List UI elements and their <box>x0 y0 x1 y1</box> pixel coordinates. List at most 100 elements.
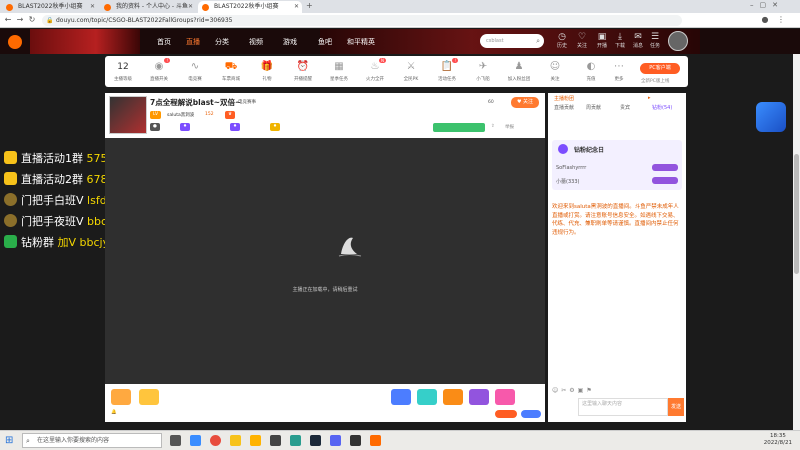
chat-tab-weekly[interactable]: 周贡献 <box>586 104 601 111</box>
follow-button[interactable]: ♥ 关注 <box>511 97 539 108</box>
toolbar-activity[interactable]: 📋! 活动任务 <box>433 58 461 82</box>
browser-tab-active[interactable]: BLAST2022秋季小组赛 ✕ <box>198 1 302 13</box>
anchor-name[interactable]: saluta黑洞波 <box>167 112 194 118</box>
app-icon[interactable] <box>290 435 301 446</box>
search-icon[interactable]: ⌕ <box>536 34 540 48</box>
chat-tab-vip[interactable]: 贵宾 <box>620 104 630 111</box>
header-golive[interactable]: ▣ 开播 <box>593 32 611 49</box>
nav-live[interactable]: 直播 <box>186 37 200 47</box>
back-icon[interactable]: ← <box>3 15 13 25</box>
share-button[interactable]: ⇪ <box>491 124 495 129</box>
window-controls[interactable]: –▢✕ <box>750 1 784 9</box>
pc-client-button[interactable]: PC客户端 <box>640 63 680 74</box>
app-icon[interactable] <box>330 435 341 446</box>
toolbar-firepower[interactable]: ♨ N 火力全开 <box>361 58 389 82</box>
room-tag[interactable]: 电竞赛事 <box>238 99 256 105</box>
gift-item[interactable] <box>495 389 515 405</box>
douyu-favicon-icon <box>6 4 13 11</box>
toolbar-live-switch[interactable]: ◉! 直播开关 <box>145 58 173 82</box>
chrome-icon[interactable] <box>210 435 221 446</box>
fan-user[interactable]: SoFlashyrrrr <box>556 165 586 171</box>
guard-button[interactable] <box>433 123 485 132</box>
chat-tab-contribution[interactable]: 直播贡献 <box>554 104 574 111</box>
header-download[interactable]: ⤓ 下载 <box>611 32 629 49</box>
header-task[interactable]: ☰ 任务 <box>646 32 664 49</box>
site-search-input[interactable]: csblast ⌕ <box>480 34 544 48</box>
message-icon: ✉ <box>634 32 642 42</box>
folder-icon[interactable] <box>230 435 241 446</box>
taskbar-search[interactable]: ⌕ 在这里输入你要搜索的内容 <box>22 433 162 448</box>
gift-item[interactable] <box>139 389 159 405</box>
qq-icon <box>4 172 17 185</box>
tab-close-icon[interactable]: ✕ <box>188 1 193 13</box>
chat-tab-diamond-fans[interactable]: 钻粉(54) <box>652 104 672 111</box>
chat-tab-live-rank[interactable]: ▸ <box>648 95 651 101</box>
header-message[interactable]: ✉ 消息 <box>629 32 647 49</box>
taskbar-clock[interactable]: 18:35 2022/8/21 <box>764 433 792 447</box>
app-icon[interactable] <box>350 435 361 446</box>
toolbar-gift[interactable]: 🎁 礼物 <box>253 60 281 82</box>
gift-item[interactable] <box>443 389 463 405</box>
recharge-button[interactable] <box>495 410 517 418</box>
profile-icon[interactable]: ● <box>760 15 770 25</box>
menu-icon[interactable]: ⋮ <box>776 15 786 25</box>
chat-input[interactable]: 这里输入聊天内容 <box>578 398 668 416</box>
url-field[interactable]: 🔒 douyu.com/topic/CSGO-BLAST2022FallGrou… <box>42 15 682 26</box>
task-icon: ☰ <box>650 32 660 42</box>
toolbar-pk[interactable]: ⚔ 全民PK <box>397 60 425 82</box>
toolbar-season-task[interactable]: ▦ 星季任务 <box>325 60 353 82</box>
app-icon[interactable] <box>250 435 261 446</box>
browser-tab[interactable]: 我的资料 - 个人中心 - 斗鱼 ✕ <box>100 1 196 13</box>
header-history[interactable]: ◷ 历史 <box>553 32 571 49</box>
tab-close-icon[interactable]: ✕ <box>90 1 95 13</box>
report-button[interactable]: 举报 <box>505 124 514 130</box>
send-button[interactable]: 发送 <box>668 398 684 416</box>
toolbar-recharge[interactable]: ◐ 充值 <box>577 60 605 82</box>
diamond-fan-panel: 钻粉纪念日 SoFlashyrrrr 小蕾(333) <box>552 140 682 190</box>
toolbar-alarm[interactable]: ⏰ 开播提醒 <box>289 60 317 82</box>
nav-home[interactable]: 首页 <box>157 37 171 47</box>
anchor-avatar[interactable] <box>109 96 147 134</box>
douyu-logo-icon[interactable] <box>8 35 22 49</box>
header-follow[interactable]: ♡ 关注 <box>573 32 591 49</box>
gift-item[interactable] <box>391 389 411 405</box>
room-title: 7点全程解说blast~双倍~ <box>150 98 242 107</box>
task-view-icon[interactable] <box>170 435 181 446</box>
gift-hint-icon: 🔔 <box>111 410 117 415</box>
browser-tab[interactable]: BLAST2022秋季小组赛 ✕ <box>2 1 98 13</box>
windows-start-icon[interactable]: ⊞ <box>5 435 13 446</box>
qq-icon <box>4 151 17 164</box>
gift-item[interactable] <box>417 389 437 405</box>
fan-user[interactable]: 小蕾(333) <box>556 178 579 185</box>
nav-category[interactable]: 分类 <box>215 37 229 47</box>
chat-tools-icons[interactable]: ☺✂⚙▣⚑ <box>552 387 595 394</box>
page-scrollbar[interactable] <box>793 54 800 430</box>
app-icon[interactable] <box>270 435 281 446</box>
toolbar-follow[interactable]: ☺ 关注 <box>541 60 569 82</box>
nav-peace-elite[interactable]: 和平精英 <box>347 37 375 47</box>
forward-icon[interactable]: → <box>15 15 25 25</box>
backpack-button[interactable] <box>521 410 541 418</box>
nav-video[interactable]: 视频 <box>249 37 263 47</box>
new-tab-icon[interactable]: + <box>306 1 313 10</box>
toolbar-spaceship[interactable]: ✈ 小飞船 <box>469 60 497 82</box>
toolbar-esports[interactable]: ∿ 电竞赛 <box>181 60 209 82</box>
toolbar-more[interactable]: ⋯ 更多 <box>605 60 633 82</box>
user-avatar[interactable] <box>668 31 688 51</box>
steam-icon[interactable] <box>310 435 321 446</box>
video-player[interactable]: 主播正在加载中，请稍后重试 <box>105 138 545 384</box>
chat-tab-fanclub[interactable]: 主播粉团 <box>554 95 574 102</box>
wechat-icon <box>4 235 17 248</box>
scrollbar-thumb[interactable] <box>794 154 799 274</box>
floating-promo-icon[interactable] <box>756 102 786 132</box>
tab-close-icon[interactable]: ✕ <box>294 1 299 13</box>
nav-game[interactable]: 游戏 <box>283 37 297 47</box>
nav-yuba[interactable]: 鱼吧 <box>318 37 332 47</box>
reload-icon[interactable]: ↻ <box>27 15 37 25</box>
edge-icon[interactable] <box>190 435 201 446</box>
douyu-icon[interactable] <box>370 435 381 446</box>
gift-item[interactable] <box>469 389 489 405</box>
toolbar-ticket-shop[interactable]: ⛟ 车票商城 <box>217 60 245 82</box>
toolbar-fan-club[interactable]: ♟ 加入粉丝团 <box>505 60 533 82</box>
gift-item[interactable] <box>111 389 131 405</box>
